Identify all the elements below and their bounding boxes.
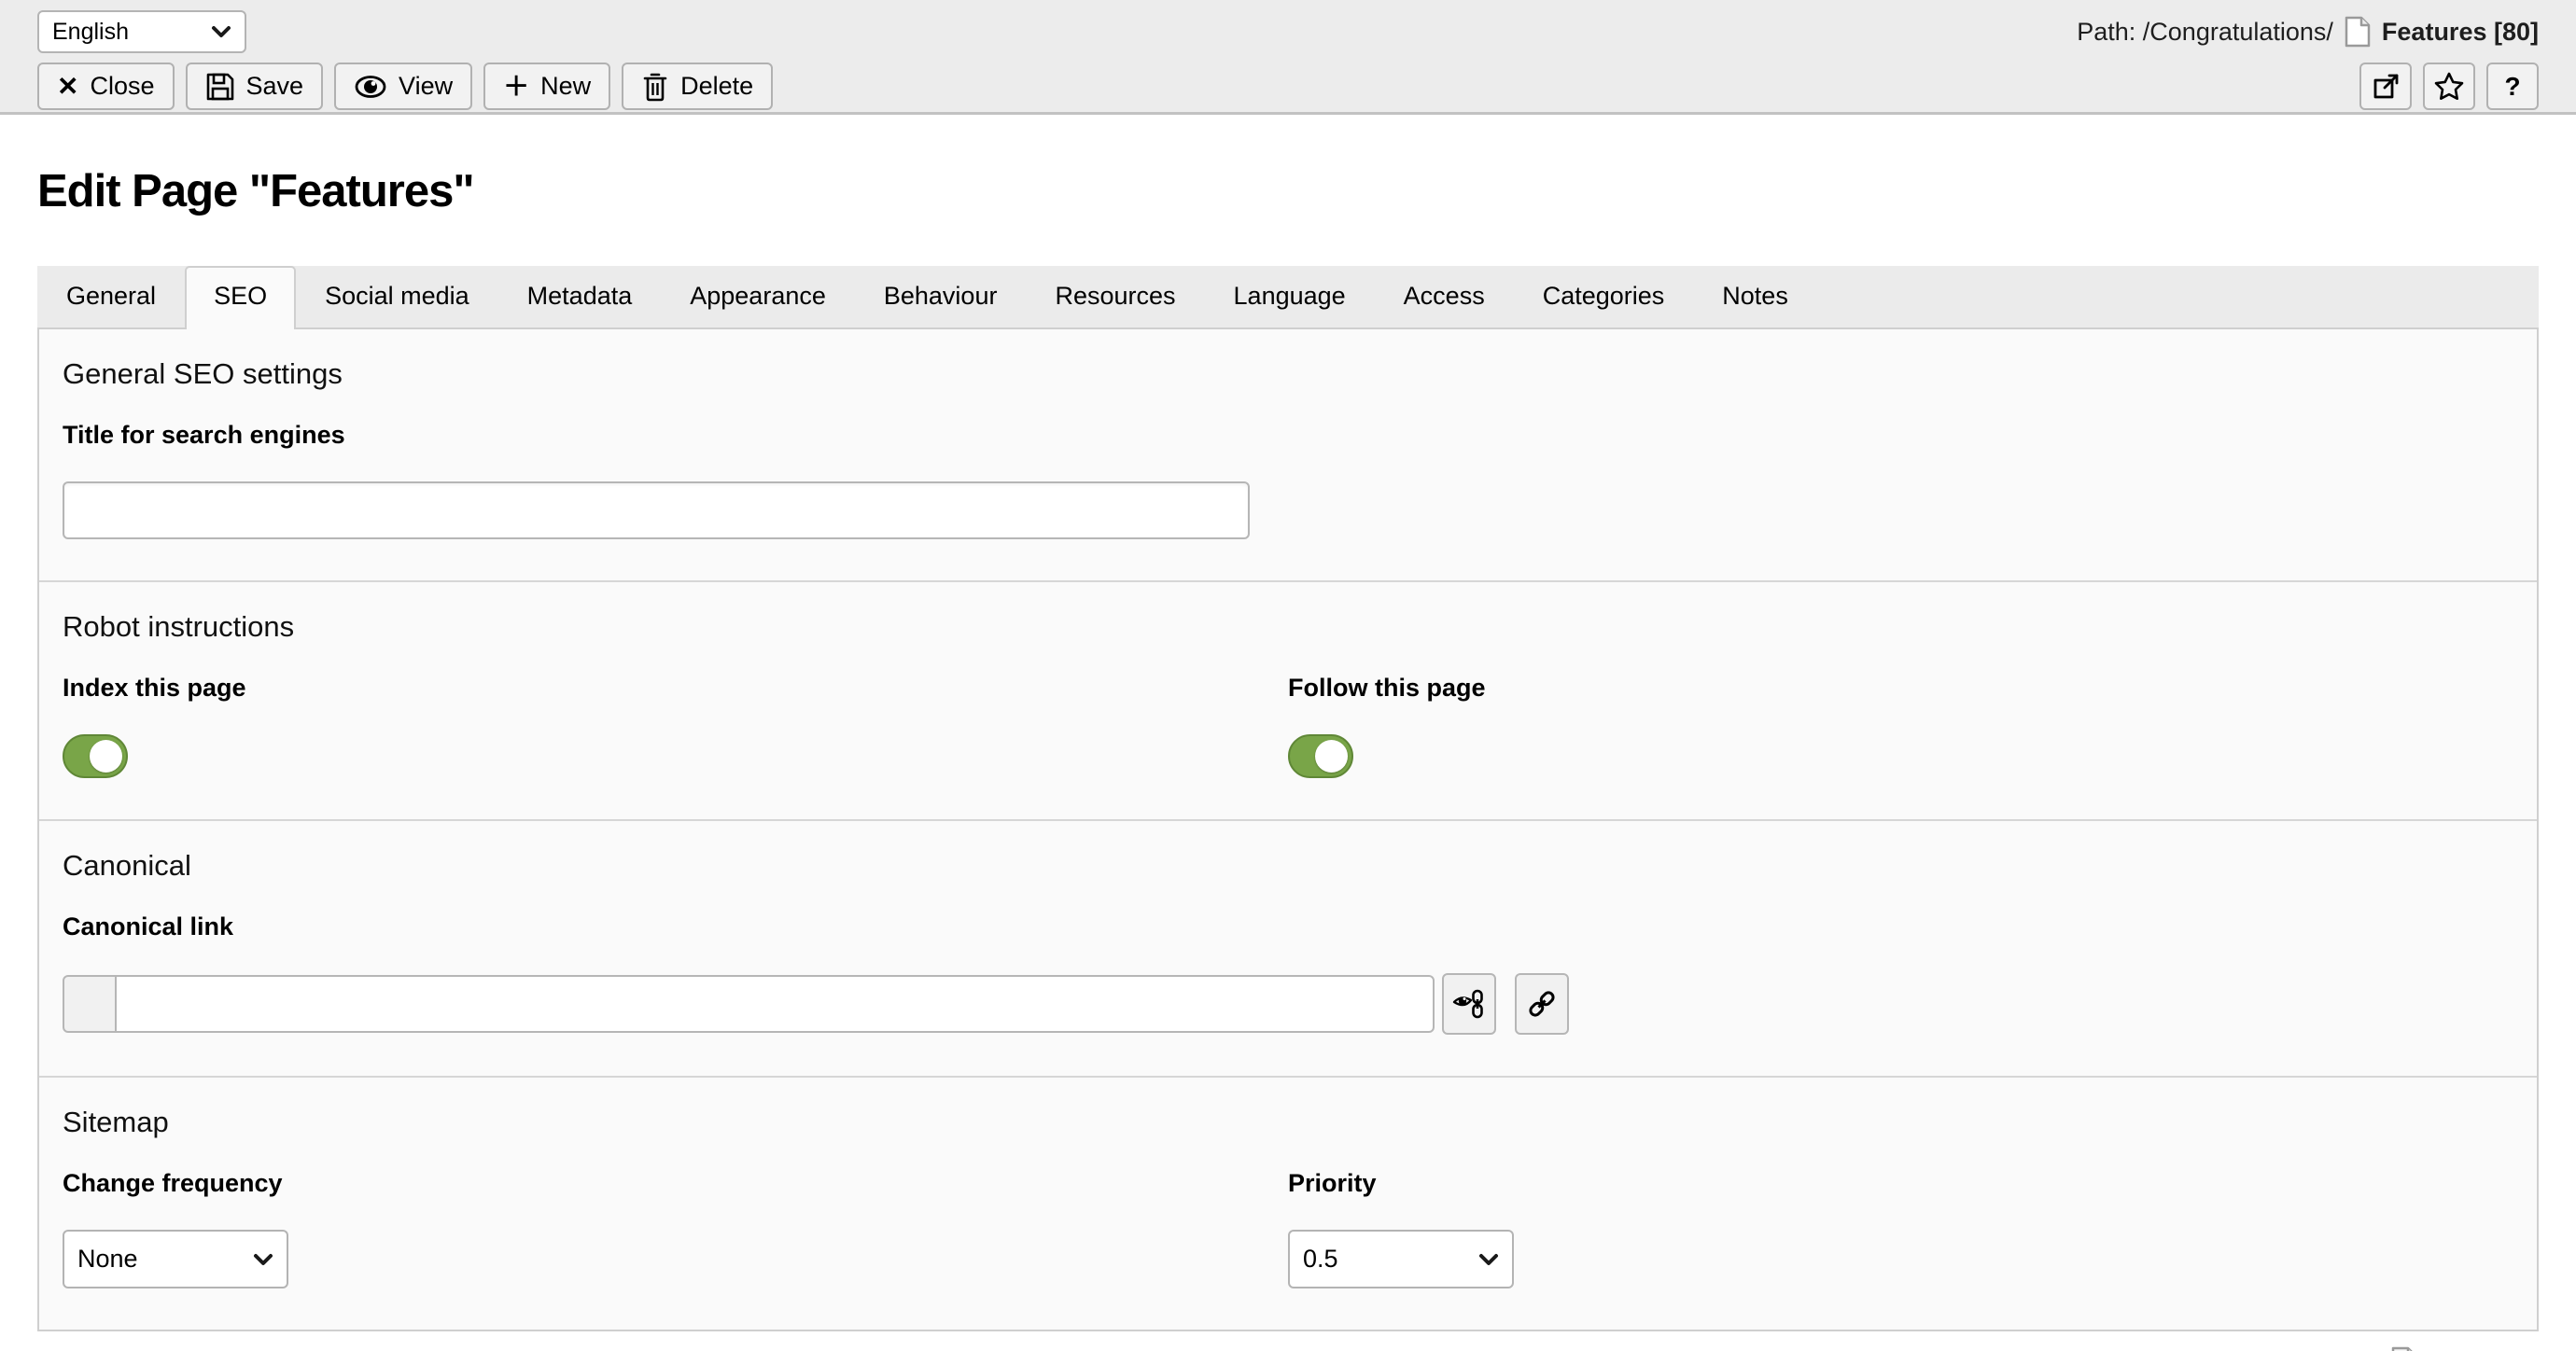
view-link-button[interactable]	[1442, 973, 1496, 1035]
tab-language[interactable]: Language	[1205, 266, 1375, 327]
record-info-footer: Page [80]	[37, 1346, 2539, 1351]
title-for-search-engines-input[interactable]	[63, 481, 1250, 539]
follow-this-page-field: Follow this page	[1288, 674, 2513, 778]
tab-resources[interactable]: Resources	[1026, 266, 1204, 327]
new-button-label: New	[540, 72, 591, 101]
canonical-link-input-group	[63, 973, 2513, 1035]
close-button[interactable]: ✕ Close	[37, 63, 175, 110]
section-sitemap: Sitemap Change frequency None Priority 0…	[39, 1078, 2537, 1330]
save-icon	[205, 72, 235, 102]
robot-instructions-grid: Index this page Follow this page	[63, 674, 2513, 778]
record-uid: [80]	[2497, 1348, 2539, 1351]
canonical-link-label: Canonical link	[63, 912, 2513, 941]
section-canonical: Canonical Canonical link	[39, 821, 2537, 1078]
toggle-knob	[90, 740, 122, 773]
page-title: Edit Page "Features"	[37, 165, 2539, 217]
seo-tab-panel: General SEO settings Title for search en…	[37, 327, 2539, 1331]
close-icon: ✕	[57, 74, 78, 100]
toggle-knob	[1315, 740, 1348, 773]
priority-select[interactable]: 0.5	[1288, 1230, 1514, 1288]
delete-button-label: Delete	[680, 72, 753, 101]
change-frequency-select[interactable]: None	[63, 1230, 288, 1288]
index-this-page-field: Index this page	[63, 674, 1288, 778]
section-heading-canonical: Canonical	[63, 849, 2513, 883]
priority-field: Priority 0.5	[1288, 1169, 2513, 1288]
new-button[interactable]: ＋ New	[483, 63, 610, 110]
tab-access[interactable]: Access	[1375, 266, 1514, 327]
bookmark-button[interactable]	[2423, 63, 2475, 110]
docheader-button-bar: ✕ Close Save	[37, 63, 773, 110]
help-button[interactable]: ?	[2486, 63, 2539, 110]
chevron-down-icon	[211, 25, 231, 38]
edit-page-screen: English Path: /Congratulations/ Features…	[0, 0, 2576, 1351]
docheader-row-top: English Path: /Congratulations/ Features…	[37, 10, 2539, 53]
section-heading-general-seo: General SEO settings	[63, 357, 2513, 391]
sitemap-grid: Change frequency None Priority 0.5	[63, 1169, 2513, 1288]
breadcrumb-record-title: Features [80]	[2382, 18, 2539, 47]
link-browser-button[interactable]	[1515, 973, 1569, 1035]
tab-appearance[interactable]: Appearance	[661, 266, 855, 327]
follow-this-page-toggle[interactable]	[1288, 734, 1353, 778]
tab-metadata[interactable]: Metadata	[498, 266, 662, 327]
canonical-link-input[interactable]	[115, 975, 1435, 1033]
docheader-row-buttons: ✕ Close Save	[37, 63, 2539, 110]
link-icon	[1526, 988, 1558, 1020]
record-type: Page	[2427, 1348, 2487, 1351]
save-button[interactable]: Save	[186, 63, 324, 110]
docheader-meta-buttons: ?	[2359, 63, 2539, 110]
save-button-label: Save	[246, 72, 304, 101]
trash-icon	[641, 71, 669, 103]
eye-link-icon	[1452, 987, 1486, 1021]
section-robot-instructions: Robot instructions Index this page Follo…	[39, 582, 2537, 821]
language-select[interactable]: English	[37, 10, 246, 53]
view-button[interactable]: View	[334, 63, 472, 110]
close-button-label: Close	[90, 72, 154, 101]
change-frequency-value: None	[77, 1245, 138, 1274]
page-doc-icon	[2391, 1346, 2417, 1351]
change-frequency-label: Change frequency	[63, 1169, 1288, 1198]
star-icon	[2434, 72, 2464, 101]
module-docheader: English Path: /Congratulations/ Features…	[0, 0, 2576, 115]
plus-icon: ＋	[503, 74, 529, 100]
tab-notes[interactable]: Notes	[1693, 266, 1817, 327]
tab-seo[interactable]: SEO	[185, 266, 296, 329]
language-select-value: English	[52, 19, 129, 46]
index-this-page-toggle[interactable]	[63, 734, 128, 778]
delete-button[interactable]: Delete	[622, 63, 773, 110]
tab-bar: General SEO Social media Metadata Appear…	[37, 266, 2539, 327]
breadcrumb-path: Path: /Congratulations/	[2077, 18, 2333, 47]
follow-this-page-label: Follow this page	[1288, 674, 2513, 703]
breadcrumb: Path: /Congratulations/ Features [80]	[2077, 16, 2539, 48]
tab-behaviour[interactable]: Behaviour	[855, 266, 1027, 327]
section-heading-robot-instructions: Robot instructions	[63, 610, 2513, 644]
help-icon: ?	[2504, 72, 2520, 102]
section-heading-sitemap: Sitemap	[63, 1106, 2513, 1139]
page-doc-icon	[2345, 16, 2371, 48]
change-frequency-field: Change frequency None	[63, 1169, 1288, 1288]
external-link-icon	[2372, 73, 2400, 101]
chevron-down-icon	[253, 1253, 273, 1266]
index-this-page-label: Index this page	[63, 674, 1288, 703]
view-button-label: View	[399, 72, 453, 101]
chevron-down-icon	[1478, 1253, 1499, 1266]
view-icon	[354, 73, 387, 101]
canonical-link-prefix-box	[63, 975, 117, 1033]
priority-value: 0.5	[1303, 1245, 1338, 1274]
tab-categories[interactable]: Categories	[1514, 266, 1694, 327]
tab-social-media[interactable]: Social media	[296, 266, 498, 327]
title-for-search-engines-label: Title for search engines	[63, 421, 2513, 450]
priority-label: Priority	[1288, 1169, 2513, 1198]
open-in-new-window-button[interactable]	[2359, 63, 2412, 110]
tab-general[interactable]: General	[37, 266, 185, 327]
section-general-seo: General SEO settings Title for search en…	[39, 329, 2537, 582]
